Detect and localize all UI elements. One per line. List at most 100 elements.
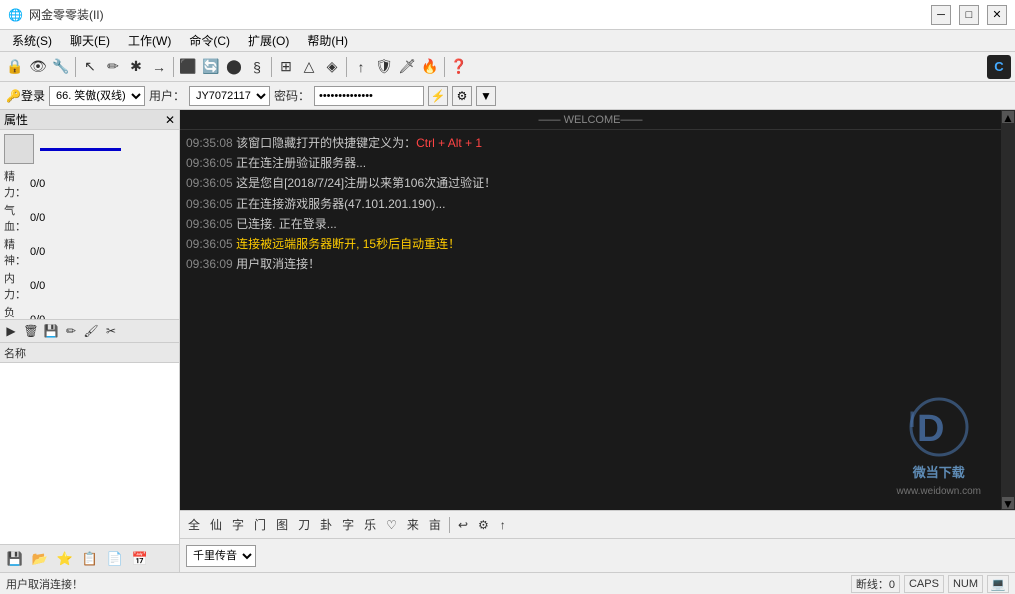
ctb-zi[interactable]: 字: [228, 514, 248, 535]
ctb-gua[interactable]: 卦: [316, 514, 336, 535]
menu-extend[interactable]: 扩展(O): [240, 30, 297, 51]
left-toolbar: ▶ 🗑 💾 ✏ 🖌 ✂: [0, 319, 179, 343]
toolbar-d3[interactable]: 🗡: [396, 56, 418, 78]
status-text: 用户取消连接！: [6, 576, 83, 592]
ctb-undo[interactable]: ↩: [454, 516, 472, 534]
channel-select[interactable]: 千里传音 本地 喊话 密语: [186, 545, 256, 567]
lb-copy[interactable]: 📋: [79, 548, 101, 570]
lt-cut[interactable]: ✂: [102, 322, 120, 340]
ctb-zi2[interactable]: 字: [338, 514, 358, 535]
attr-content: 精力： 0/0 气血： 0/0 精神： 0/0 内力： 0/0 负重： 0/0 …: [0, 130, 179, 319]
toolbar-c3[interactable]: ◈: [321, 56, 343, 78]
chat-toolbar: 全 仙 字 门 图 刀 卦 字 乐 ♡ 来 亩 ↩ ⚙ ↑: [180, 510, 1015, 538]
stat-qx: 气血： 0/0: [4, 202, 175, 234]
title-icon: 🌐: [8, 8, 23, 22]
toolbar-tool1[interactable]: 🔧: [50, 56, 72, 78]
svg-text:I: I: [909, 407, 915, 432]
connect-button[interactable]: ⚡: [428, 86, 448, 106]
bag-col-name: 名称: [4, 345, 26, 361]
chat-line-5: 09:36:05 连接被远端服务器断开, 15秒后自动重连！: [186, 235, 995, 254]
toolbar-b4[interactable]: §: [246, 56, 268, 78]
right-scrollbar[interactable]: ▲ ▼: [1001, 110, 1015, 510]
left-panel: 属性 ✕ 精力： 0/0 气血： 0/0 精神： 0/0: [0, 110, 180, 572]
lt-paint[interactable]: 🖌: [82, 322, 100, 340]
chat-line-2: 09:36:05 这是您自[2018/7/24]注册以来第106次通过验证！: [186, 174, 995, 193]
lb-doc[interactable]: 📄: [104, 548, 126, 570]
status-right: 断线：0 CAPS NUM 💻: [851, 575, 1009, 593]
arrow-button[interactable]: ▼: [476, 86, 496, 106]
user-select[interactable]: JY7072117: [189, 86, 270, 106]
lb-cal[interactable]: 📅: [129, 548, 151, 570]
login-label: 🔑登录: [6, 87, 45, 104]
status-num: NUM: [948, 575, 983, 593]
close-button[interactable]: ✕: [987, 5, 1007, 25]
lb-open[interactable]: 📂: [29, 548, 51, 570]
ctb-settings[interactable]: ⚙: [474, 516, 493, 534]
main-layout: 属性 ✕ 精力： 0/0 气血： 0/0 精神： 0/0: [0, 110, 1015, 572]
maximize-button[interactable]: □: [959, 5, 979, 25]
ctb-up[interactable]: ↑: [495, 516, 511, 534]
status-bar: 用户取消连接！ 断线：0 CAPS NUM 💻: [0, 572, 1015, 594]
chat-sep1: [449, 517, 450, 533]
ctb-xian[interactable]: 仙: [206, 514, 226, 535]
avatar: [4, 134, 34, 164]
toolbar-c1[interactable]: ⊞: [275, 56, 297, 78]
toolbar-c2[interactable]: △: [298, 56, 320, 78]
ctb-mu[interactable]: 亩: [425, 514, 445, 535]
toolbar-cursor[interactable]: ↖: [79, 56, 101, 78]
menu-help[interactable]: 帮助(H): [299, 30, 356, 51]
chat-area[interactable]: 09:35:08 该窗口隐藏打开的快捷键定义为：Ctrl + Alt + 1 0…: [180, 130, 1001, 510]
toolbar-d2[interactable]: 🛡: [373, 56, 395, 78]
toolbar-pencil[interactable]: ✏: [102, 56, 124, 78]
lb-star[interactable]: ⭐: [54, 548, 76, 570]
toolbar-sep1: [75, 57, 76, 77]
toolbar-b2[interactable]: 🔄: [200, 56, 222, 78]
lt-edit[interactable]: ✏: [62, 322, 80, 340]
toolbar-b3[interactable]: ⬤: [223, 56, 245, 78]
minimize-button[interactable]: ─: [931, 5, 951, 25]
welcome-text: —— WELCOME——: [539, 114, 643, 126]
lt-save[interactable]: 💾: [42, 322, 60, 340]
toolbar-sep2: [173, 57, 174, 77]
lt-delete[interactable]: 🗑: [22, 322, 40, 340]
toolbar-eye[interactable]: 👁: [27, 56, 49, 78]
ctb-all[interactable]: 全: [184, 514, 204, 535]
toolbar-lock[interactable]: 🔒: [4, 56, 26, 78]
server-select[interactable]: 66. 笑傲(双线): [49, 86, 145, 106]
lb-save[interactable]: 💾: [4, 548, 26, 570]
toolbar-star[interactable]: ✱: [125, 56, 147, 78]
status-monitor-icon[interactable]: 💻: [987, 575, 1009, 593]
toolbar-d4[interactable]: 🔥: [419, 56, 441, 78]
toolbar-b1[interactable]: ⬛: [177, 56, 199, 78]
ctb-lai[interactable]: 来: [403, 514, 423, 535]
ctb-men[interactable]: 门: [250, 514, 270, 535]
stat-jl: 精力： 0/0: [4, 168, 175, 200]
toolbar-sep5: [444, 57, 445, 77]
ctb-dao[interactable]: 刀: [294, 514, 314, 535]
scroll-up[interactable]: ▲: [1002, 111, 1014, 123]
menu-chat[interactable]: 聊天(E): [62, 30, 118, 51]
close-attr-button[interactable]: ✕: [165, 113, 175, 127]
ctb-tu[interactable]: 图: [272, 514, 292, 535]
title-text: 🌐 网金零零装(II): [8, 6, 104, 23]
toolbar-help[interactable]: ❓: [448, 56, 470, 78]
avatar-row: [4, 134, 175, 164]
menu-command[interactable]: 命令(C): [181, 30, 238, 51]
ctb-le[interactable]: 乐: [360, 514, 380, 535]
chat-line-1: 09:36:05 正在连注册验证服务器...: [186, 154, 995, 173]
menu-system[interactable]: 系统(S): [4, 30, 60, 51]
lt-play[interactable]: ▶: [2, 322, 20, 340]
input-area: 千里传音 本地 喊话 密语: [180, 538, 1015, 572]
toolbar-sep3: [271, 57, 272, 77]
watermark: D I 微当下载 www.weidown.com: [897, 397, 981, 500]
settings-button[interactable]: ⚙: [452, 86, 472, 106]
bag-content[interactable]: [0, 363, 179, 544]
scroll-down[interactable]: ▼: [1002, 497, 1014, 509]
menu-work[interactable]: 工作(W): [120, 30, 179, 51]
title-bar: 🌐 网金零零装(II) ─ □ ✕: [0, 0, 1015, 30]
hp-bar-container: [40, 148, 175, 151]
toolbar-d1[interactable]: ↑: [350, 56, 372, 78]
password-input[interactable]: [314, 86, 424, 106]
ctb-xin[interactable]: ♡: [382, 516, 401, 534]
toolbar-arrow[interactable]: →: [148, 56, 170, 78]
